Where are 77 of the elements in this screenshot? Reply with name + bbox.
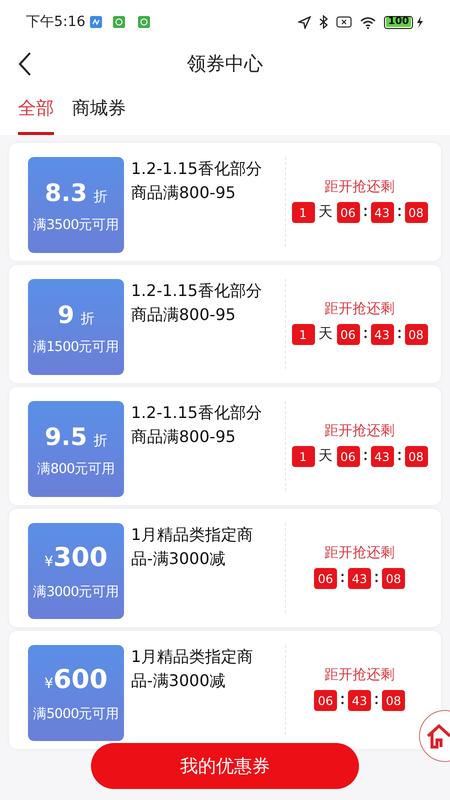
- coupon-card[interactable]: ¥600 满5000元可用 1月精品类指定商品-满3000减 距开抢还剩 06 43 08: [9, 631, 441, 749]
- colon-icon: [398, 207, 400, 218]
- day-unit: 天: [318, 203, 332, 222]
- battery-level: 100: [384, 16, 413, 28]
- day-unit: 天: [318, 325, 332, 344]
- colon-icon: [375, 695, 378, 706]
- app-notification-icon: [138, 16, 150, 28]
- coupon-title: 1月精品类指定商品-满3000减: [131, 646, 254, 692]
- coupon-card[interactable]: ¥300 满3000元可用 1月精品类指定商品-满3000减 距开抢还剩 06 43 08: [9, 509, 441, 627]
- colon-icon: [364, 451, 366, 462]
- coupon-condition: 满3000元可用: [32, 583, 120, 602]
- countdown-digit: 1: [292, 324, 314, 345]
- coupon-title: 1月精品类指定商品-满3000减: [131, 524, 254, 570]
- countdown-digit: 06: [336, 202, 360, 223]
- discount-unit: 折: [93, 432, 108, 451]
- coupon-condition: 满1500元可用: [32, 338, 120, 357]
- home-icon: [426, 723, 450, 749]
- countdown-label: 距开抢还剩: [324, 178, 394, 197]
- colon-icon: [398, 329, 400, 340]
- coupon-condition: 满800元可用: [36, 460, 116, 479]
- countdown-digit: 08: [404, 324, 428, 345]
- coupon-title: 1.2-1.15香化部分商品满800-95: [131, 158, 263, 204]
- countdown-digit: 06: [314, 690, 337, 711]
- colon-icon: [364, 329, 366, 340]
- charging-icon: [415, 16, 424, 28]
- coupon-card[interactable]: 9 折 满1500元可用 1.2-1.15香化部分商品满800-95 距开抢还剩 1 天 06 43 08: [9, 265, 441, 383]
- my-coupons-button[interactable]: 我的优惠券: [91, 743, 359, 789]
- coupon-title: 1.2-1.15香化部分商品满800-95: [131, 280, 263, 326]
- colon-icon: [341, 573, 344, 584]
- status-time: 下午5:16: [26, 12, 86, 32]
- coupon-amount: 300: [53, 542, 108, 576]
- colon-icon: [341, 695, 344, 706]
- countdown-label: 距开抢还剩: [324, 422, 394, 441]
- tab[interactable]: 商城券: [72, 95, 126, 135]
- coupon-amount: 600: [53, 664, 108, 698]
- countdown-digit: 08: [404, 202, 428, 223]
- no-sim-icon: [336, 16, 352, 28]
- discount-unit: 折: [93, 188, 108, 207]
- countdown-digit: 43: [348, 690, 371, 711]
- coupon-amount: 9: [58, 300, 74, 331]
- countdown-digit: 43: [348, 568, 371, 589]
- currency-symbol: ¥: [44, 675, 54, 694]
- back-icon[interactable]: [18, 52, 32, 76]
- page-title: 领券中心: [187, 52, 263, 77]
- countdown-label: 距开抢还剩: [324, 544, 394, 563]
- coupon-card[interactable]: 9.5 折 满800元可用 1.2-1.15香化部分商品满800-95 距开抢还剩 1 天 06 43 08: [9, 387, 441, 505]
- app-notification-icon: [90, 16, 102, 28]
- colon-icon: [364, 207, 366, 218]
- colon-icon: [398, 451, 400, 462]
- countdown-digit: 1: [292, 202, 314, 223]
- countdown-digit: 06: [336, 446, 360, 467]
- day-unit: 天: [318, 447, 332, 466]
- discount-unit: 折: [80, 310, 94, 329]
- countdown-digit: 1: [292, 446, 314, 467]
- countdown-digit: 08: [404, 446, 428, 467]
- bluetooth-icon: [319, 15, 328, 29]
- coupon-title: 1.2-1.15香化部分商品满800-95: [131, 402, 263, 448]
- countdown-digit: 08: [382, 568, 405, 589]
- countdown-digit: 43: [370, 202, 394, 223]
- coupon-amount: 8.3: [44, 178, 88, 209]
- location-icon: [298, 16, 312, 28]
- app-notification-icon: [113, 16, 126, 28]
- countdown-digit: 43: [370, 324, 394, 345]
- countdown-label: 距开抢还剩: [324, 300, 394, 319]
- countdown-label: 距开抢还剩: [324, 666, 394, 685]
- countdown-digit: 06: [336, 324, 360, 345]
- tab[interactable]: 全部: [18, 95, 54, 135]
- colon-icon: [375, 573, 378, 584]
- coupon-condition: 满5000元可用: [32, 705, 120, 724]
- wifi-icon: [360, 16, 376, 28]
- countdown-digit: 08: [382, 690, 405, 711]
- countdown-digit: 43: [370, 446, 394, 467]
- coupon-condition: 满3500元可用: [32, 216, 120, 235]
- currency-symbol: ¥: [44, 553, 54, 572]
- coupon-amount: 9.5: [44, 422, 88, 453]
- coupon-card[interactable]: 8.3 折 满3500元可用 1.2-1.15香化部分商品满800-95 距开抢还剩 1 天 06 43 08: [9, 143, 441, 261]
- countdown-digit: 06: [314, 568, 337, 589]
